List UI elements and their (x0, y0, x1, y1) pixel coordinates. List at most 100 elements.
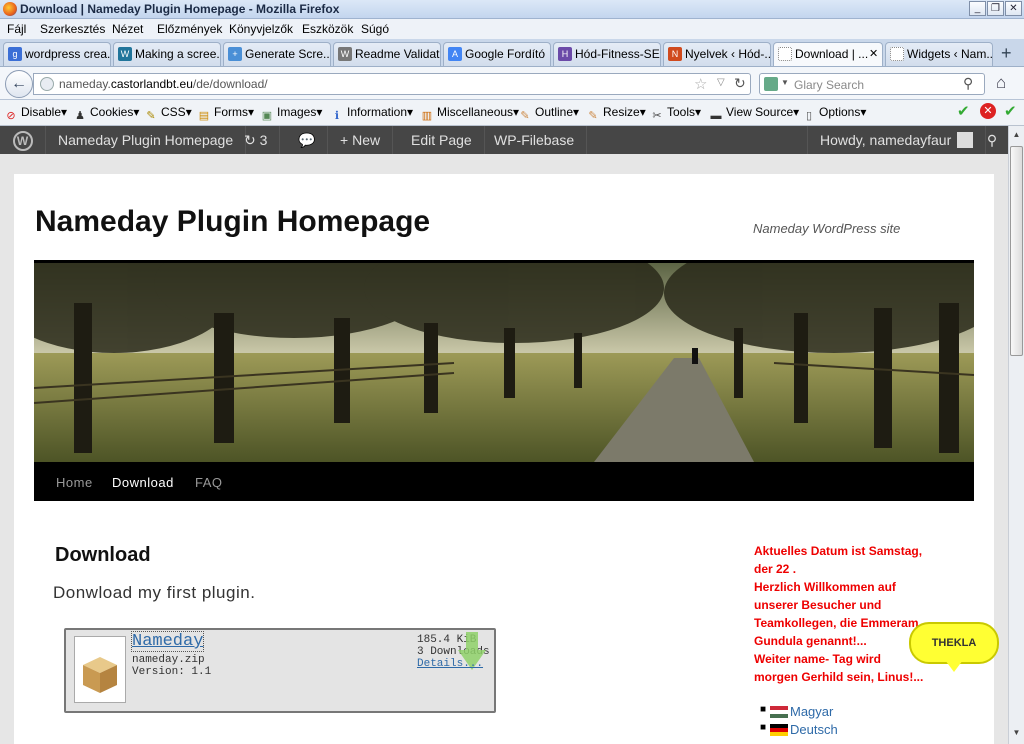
minimize-button[interactable]: _ (969, 1, 986, 16)
tab[interactable]: Widgets ‹ Nam... (885, 42, 993, 66)
file-details-link[interactable]: Details... (417, 658, 483, 670)
valid-check-icon[interactable]: ✔ (957, 102, 970, 120)
beaver-icon: H (558, 47, 572, 61)
scrollbar-thumb[interactable] (1010, 146, 1023, 356)
tools-icon: ✂ (652, 110, 662, 122)
widget-line: Aktuelles Datum ist Samstag, (754, 544, 923, 558)
reload-icon[interactable]: ↻ (734, 75, 746, 92)
images-menu[interactable]: ▣ Images▾ (260, 105, 323, 123)
new-tab-button[interactable]: + (1001, 43, 1012, 64)
admin-site-link[interactable]: Nameday Plugin Homepage (46, 126, 247, 154)
tab[interactable]: + Generate Scre... (223, 42, 331, 66)
widget-line: Herzlich Willkommen auf (754, 580, 896, 594)
search-engine-icon[interactable] (764, 77, 778, 91)
menu-edit[interactable]: Szerkesztés (40, 22, 105, 36)
resize-menu[interactable]: ✎ Resize▾ (586, 105, 645, 123)
vertical-scrollbar[interactable]: ▲ ▼ (1008, 126, 1024, 744)
scroll-up-icon[interactable]: ▲ (1010, 128, 1023, 142)
search-icon[interactable]: ⚲ (963, 75, 973, 92)
file-name-link[interactable]: Nameday (130, 631, 205, 652)
menu-bookmarks[interactable]: Könyvjelzők (229, 22, 293, 36)
tab-label: Google Fordító (465, 47, 546, 61)
css-menu[interactable]: ✎ CSS▾ (144, 105, 191, 123)
page-title: Download (55, 544, 151, 566)
new-content-link[interactable]: + New (328, 126, 394, 154)
search-engine-dropdown-icon[interactable]: ▼ (781, 78, 789, 87)
tab[interactable]: H Hód-Fitness-SE (553, 42, 661, 66)
search-bar[interactable]: ▼ Glary Search ⚲ (759, 73, 985, 95)
options-menu[interactable]: ▯ Options▾ (802, 105, 866, 123)
view-source-icon: ▬ (710, 110, 722, 122)
url-text[interactable]: nameday.castorlandbt.eu/de/download/ (59, 77, 268, 91)
admin-search-icon[interactable]: ⚲ (976, 126, 1008, 154)
outline-menu[interactable]: ✎ Outline▾ (518, 105, 579, 123)
edit-page-link[interactable]: Edit Page (399, 126, 485, 154)
file-version: Version: 1.1 (132, 666, 212, 678)
tab[interactable]: N Nyelvek ‹ Hód-... (663, 42, 771, 66)
site-description: Nameday WordPress site (753, 221, 901, 236)
site-title[interactable]: Nameday Plugin Homepage (35, 205, 430, 239)
tools-menu[interactable]: ✂ Tools▾ (650, 105, 701, 123)
view-source-menu[interactable]: ▬ View Source▾ (709, 105, 800, 123)
disable-icon: ⊘ (6, 110, 16, 122)
tab[interactable]: A Google Fordító (443, 42, 551, 66)
tab-label: Making a scree... (135, 47, 221, 61)
back-arrow-icon: ← (11, 75, 27, 92)
wordpress-logo-icon[interactable]: W (0, 126, 46, 154)
page-icon (890, 47, 904, 61)
tab[interactable]: W Making a scree... (113, 42, 221, 66)
plus-icon: + (340, 132, 353, 148)
widget-line: morgen Gerhild sein, Linus!... (754, 670, 924, 684)
nav-home[interactable]: Home (56, 475, 93, 490)
home-icon[interactable]: ⌂ (996, 73, 1006, 93)
file-box: Nameday nameday.zip Version: 1.1 185.4 K… (64, 628, 496, 713)
wp-admin-bar: W Nameday Plugin Homepage ↻ 3 💬 + New Ed… (0, 126, 1008, 154)
language-link-deutsch[interactable]: Deutsch (790, 722, 838, 737)
restore-button[interactable]: ❐ (987, 1, 1004, 16)
images-icon: ▣ (261, 110, 273, 122)
back-button[interactable]: ← (5, 70, 33, 98)
tab-label: Nyelvek ‹ Hód-... (685, 47, 771, 61)
outline-icon: ✎ (520, 110, 530, 122)
main-navigation: Home Download FAQ (34, 462, 974, 501)
howdy-account-link[interactable]: Howdy, namedayfaur (807, 126, 987, 154)
url-bar[interactable]: nameday.castorlandbt.eu/de/download/ ☆ ▽… (33, 73, 751, 95)
css-icon: ✎ (146, 110, 156, 122)
error-icon[interactable]: ✕ (980, 103, 996, 119)
wp-filebase-link[interactable]: WP-Filebase (482, 126, 588, 154)
disable-menu[interactable]: ⊘ Disable▾ (4, 105, 67, 123)
information-icon: ℹ (334, 110, 340, 122)
tab-active[interactable]: Download | ... ✕ (773, 42, 883, 66)
hungary-flag-icon (770, 706, 788, 718)
bookmark-star-icon[interactable]: ☆ (694, 75, 707, 93)
menu-tools[interactable]: Eszközök (302, 22, 353, 36)
menu-help[interactable]: Súgó (361, 22, 389, 36)
germany-flag-icon (770, 724, 788, 736)
information-menu[interactable]: ℹ Information▾ (330, 105, 413, 123)
nameday-bubble: THEKLA (909, 622, 999, 664)
file-filename: nameday.zip (132, 654, 205, 666)
tab-label: Download | ... (795, 47, 869, 61)
menu-file[interactable]: Fájl (7, 22, 26, 36)
tab-close-icon[interactable]: ✕ (869, 43, 878, 65)
tab[interactable]: g wordpress crea... (3, 42, 111, 66)
forms-menu[interactable]: ▤ Forms▾ (197, 105, 254, 123)
updates-link[interactable]: ↻ 3 (232, 126, 281, 154)
scroll-down-icon[interactable]: ▼ (1010, 726, 1023, 740)
file-thumbnail[interactable] (74, 636, 126, 703)
valid-check-icon[interactable]: ✔ (1004, 102, 1017, 120)
window-title: Download | Nameday Plugin Homepage - Moz… (20, 2, 340, 16)
menu-history[interactable]: Előzmények (157, 22, 222, 36)
tab[interactable]: W Readme Validat... (333, 42, 441, 66)
comments-icon[interactable]: 💬 (286, 126, 328, 154)
close-window-button[interactable]: ✕ (1005, 1, 1022, 16)
search-input[interactable]: Glary Search (794, 78, 864, 92)
cookies-menu[interactable]: ♟ Cookies▾ (73, 105, 139, 123)
miscellaneous-menu[interactable]: ▥ Miscellaneous▾ (420, 105, 519, 123)
nav-faq[interactable]: FAQ (195, 475, 223, 490)
dropdown-arrow-icon[interactable]: ▽ (717, 77, 725, 88)
menu-view[interactable]: Nézet (112, 22, 143, 36)
nav-download[interactable]: Download (112, 475, 174, 490)
language-link-magyar[interactable]: Magyar (790, 704, 833, 719)
tab-label: Generate Scre... (245, 47, 331, 61)
